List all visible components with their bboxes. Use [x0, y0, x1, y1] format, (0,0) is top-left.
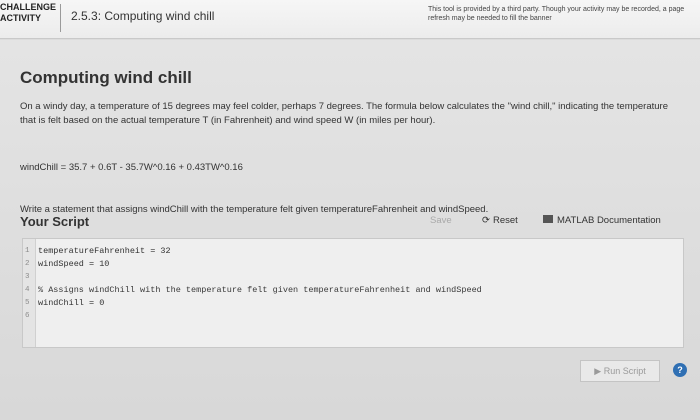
- reset-label: Reset: [492, 215, 518, 226]
- save-label: Save: [430, 215, 452, 226]
- activity-banner: CHALLENGE ACTIVITY 2.5.3: Computing wind…: [0, 0, 700, 39]
- run-script-button[interactable]: ▶ Run Script: [580, 360, 660, 382]
- code-text[interactable]: temperatureFahrenheit = 32: [38, 245, 171, 258]
- activity-title: 2.5.3: Computing wind chill: [71, 9, 215, 23]
- line-number: 6: [25, 312, 30, 320]
- third-party-notice: This tool is provided by a third party. …: [428, 6, 685, 22]
- line-number: 1: [25, 247, 30, 255]
- code-line[interactable]: 3: [23, 271, 683, 284]
- challenge-activity-badge: CHALLENGE ACTIVITY: [0, 0, 60, 34]
- code-line[interactable]: 6: [23, 310, 683, 323]
- banner-divider: [60, 4, 61, 32]
- code-text[interactable]: windChill = 0: [38, 297, 104, 310]
- task-instruction: Write a statement that assigns windChill…: [20, 204, 489, 215]
- problem-description: On a windy day, a temperature of 15 degr…: [20, 101, 669, 126]
- code-line[interactable]: 2 windSpeed = 10: [23, 258, 683, 271]
- badge-line-1: CHALLENGE: [0, 2, 56, 12]
- badge-line-2: ACTIVITY: [0, 13, 42, 23]
- code-text[interactable]: windSpeed = 10: [38, 258, 109, 271]
- line-number: 4: [25, 286, 30, 294]
- wind-chill-formula: windChill = 35.7 + 0.6T - 35.7W^0.16 + 0…: [20, 162, 243, 173]
- line-number: 5: [25, 299, 30, 307]
- code-line[interactable]: 1 temperatureFahrenheit = 32: [23, 245, 683, 258]
- reset-button[interactable]: ⟳ Reset: [482, 215, 518, 226]
- line-number: 3: [25, 273, 30, 281]
- play-icon: ▶: [594, 366, 602, 376]
- your-script-label: Your Script: [20, 214, 90, 229]
- documentation-icon: [543, 215, 553, 224]
- line-number: 2: [25, 260, 30, 268]
- code-comment[interactable]: % Assigns windChill with the temperature…: [38, 284, 482, 297]
- code-editor[interactable]: 1 temperatureFahrenheit = 32 2 windSpeed…: [22, 238, 684, 348]
- save-button[interactable]: Save: [430, 215, 452, 226]
- code-line[interactable]: 5 windChill = 0: [23, 297, 683, 310]
- page-title: Computing wind chill: [20, 68, 192, 87]
- documentation-label: MATLAB Documentation: [557, 215, 661, 226]
- reset-icon: ⟳: [482, 215, 490, 226]
- help-icon[interactable]: ?: [673, 363, 687, 377]
- matlab-documentation-link[interactable]: MATLAB Documentation: [543, 215, 661, 226]
- code-line[interactable]: 4 % Assigns windChill with the temperatu…: [23, 284, 683, 297]
- run-script-label: Run Script: [603, 366, 646, 376]
